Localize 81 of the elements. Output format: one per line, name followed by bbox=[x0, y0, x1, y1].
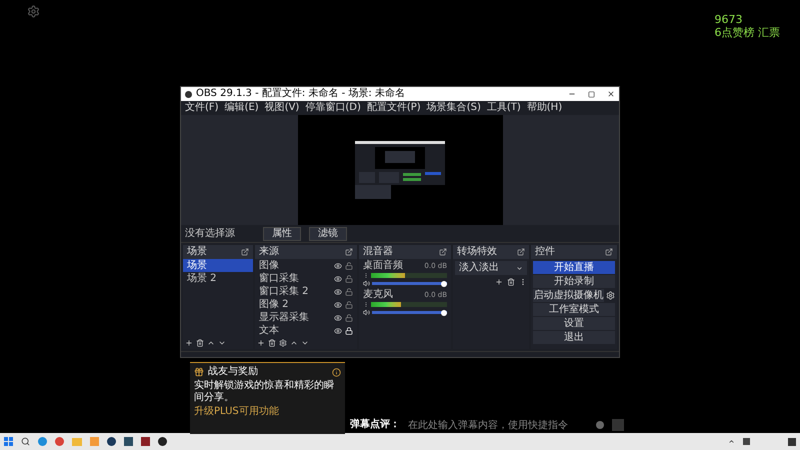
visibility-icon[interactable] bbox=[334, 314, 342, 322]
gift-icon bbox=[194, 367, 204, 377]
tray-chevron-icon[interactable] bbox=[728, 438, 735, 445]
add-icon[interactable] bbox=[185, 339, 193, 347]
add-icon[interactable] bbox=[495, 278, 503, 286]
source-item[interactable]: 窗口采集 bbox=[259, 274, 331, 284]
trash-icon[interactable] bbox=[196, 339, 204, 347]
caret-icon bbox=[516, 264, 523, 272]
unlock-icon[interactable] bbox=[345, 274, 353, 282]
dock-title: 控件 bbox=[535, 247, 555, 257]
visibility-icon[interactable] bbox=[334, 300, 342, 308]
source-item[interactable]: 文本 bbox=[259, 326, 331, 336]
visibility-icon[interactable] bbox=[334, 288, 342, 296]
volume-slider-thumb[interactable] bbox=[441, 310, 447, 316]
up-icon[interactable] bbox=[290, 339, 298, 347]
speaker-icon[interactable] bbox=[363, 309, 370, 316]
control-button[interactable]: 开始录制 bbox=[533, 275, 615, 288]
control-button[interactable]: 启动虚拟摄像机 bbox=[533, 289, 604, 302]
undock-icon[interactable] bbox=[517, 248, 525, 256]
counter-text: 9673 bbox=[714, 13, 744, 26]
volume-slider-thumb[interactable] bbox=[441, 280, 447, 286]
lock-icon[interactable] bbox=[345, 326, 353, 334]
search-icon[interactable] bbox=[21, 437, 30, 446]
add-icon[interactable] bbox=[257, 339, 265, 347]
menu-item[interactable]: 配置文件(P) bbox=[366, 103, 421, 113]
trash-icon[interactable] bbox=[268, 339, 276, 347]
unlock-icon[interactable] bbox=[345, 314, 353, 322]
window-title: OBS 29.1.3 - 配置文件: 未命名 - 场景: 未命名 bbox=[196, 89, 406, 99]
maximize-icon[interactable] bbox=[588, 90, 595, 98]
upgrade-link[interactable]: 升级PLUS可用功能 bbox=[194, 407, 341, 417]
transition-dropdown[interactable]: 淡入淡出 bbox=[455, 261, 527, 275]
overlay-caption: 6点赞榜 汇票 bbox=[714, 26, 780, 39]
visibility-icon[interactable] bbox=[334, 274, 342, 282]
menu-item[interactable]: 文件(F) bbox=[185, 103, 219, 113]
control-button[interactable]: 设置 bbox=[533, 317, 615, 330]
menu-item[interactable]: 视图(V) bbox=[264, 103, 300, 113]
unlock-icon[interactable] bbox=[345, 288, 353, 296]
settings-icon[interactable] bbox=[606, 289, 615, 302]
down-icon[interactable] bbox=[218, 339, 226, 347]
source-item[interactable]: 图像 bbox=[259, 260, 331, 270]
source-item[interactable]: 图像 2 bbox=[259, 300, 331, 310]
control-button[interactable]: 工作室模式 bbox=[533, 303, 615, 316]
source-item[interactable]: 显示器采集 bbox=[259, 312, 331, 322]
speaker-icon[interactable] bbox=[363, 280, 370, 287]
menu-item[interactable]: 场景集合(S) bbox=[426, 103, 481, 113]
dock-title: 场景 bbox=[187, 247, 207, 257]
undock-icon[interactable] bbox=[345, 248, 353, 256]
comment-label: 弹幕点评： bbox=[350, 420, 400, 430]
unlock-icon[interactable] bbox=[345, 262, 353, 270]
unlock-icon[interactable] bbox=[345, 300, 353, 308]
scene-item[interactable]: 场景 2 bbox=[183, 272, 253, 285]
channel-name: 桌面音频 bbox=[363, 261, 403, 271]
visibility-icon[interactable] bbox=[334, 326, 342, 334]
visibility-icon[interactable] bbox=[334, 262, 342, 270]
dock-title: 混音器 bbox=[363, 247, 393, 257]
down-icon[interactable] bbox=[301, 339, 309, 347]
menu-item[interactable]: 编辑(E) bbox=[224, 103, 259, 113]
menu-item[interactable]: 帮助(H) bbox=[526, 103, 562, 113]
app-icon bbox=[185, 90, 192, 98]
undock-icon[interactable] bbox=[439, 248, 447, 256]
dock-title: 转场特效 bbox=[457, 247, 497, 257]
info-icon[interactable] bbox=[332, 368, 341, 376]
toolbar-button[interactable]: 滤镜 bbox=[309, 226, 347, 240]
menu-item[interactable]: 工具(T) bbox=[486, 103, 521, 113]
up-icon[interactable] bbox=[207, 339, 215, 347]
start-icon[interactable] bbox=[4, 437, 13, 446]
notification-title: 战友与奖励 bbox=[208, 367, 259, 377]
notification-body: 实时解锁游戏的惊喜和精彩的瞬间分享。 bbox=[194, 380, 335, 404]
trash-icon[interactable] bbox=[507, 278, 515, 286]
control-button[interactable]: 退出 bbox=[533, 331, 615, 344]
toolbar-button[interactable]: 属性 bbox=[263, 226, 301, 240]
no-source-label: 没有选择源 bbox=[185, 228, 236, 238]
undock-icon[interactable] bbox=[605, 248, 613, 256]
scene-item[interactable]: 场景 bbox=[183, 259, 253, 272]
undock-icon[interactable] bbox=[241, 248, 249, 256]
menu-item[interactable]: 停靠窗口(D) bbox=[305, 103, 361, 113]
control-button[interactable]: 开始直播 bbox=[533, 261, 615, 274]
source-item[interactable]: 窗口采集 2 bbox=[259, 286, 331, 296]
dock-title: 来源 bbox=[259, 247, 279, 257]
channel-name: 麦克风 bbox=[363, 290, 393, 300]
close-icon[interactable] bbox=[607, 90, 615, 98]
